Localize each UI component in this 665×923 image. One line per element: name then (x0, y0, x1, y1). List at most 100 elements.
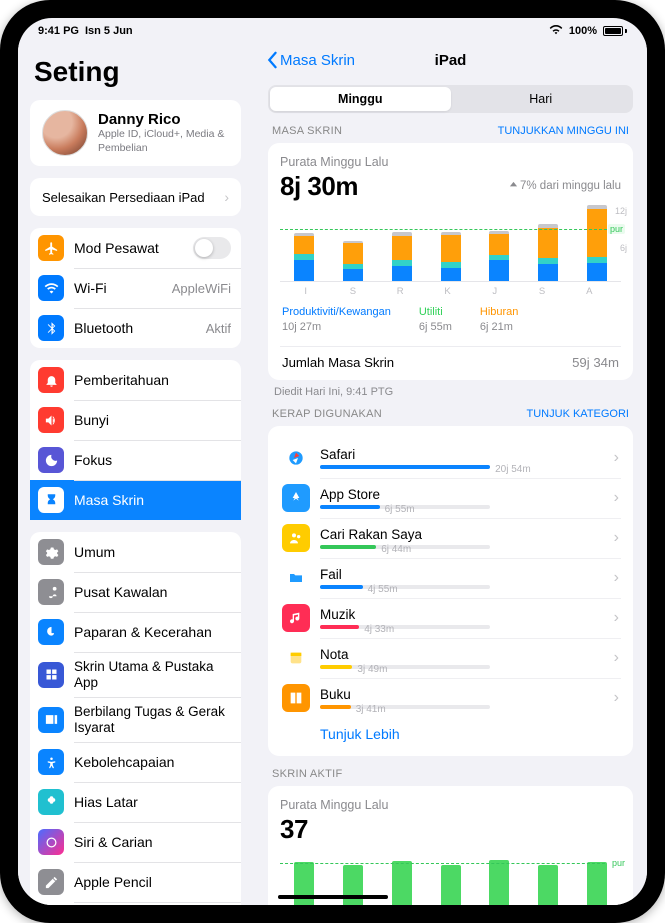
general-row[interactable]: Umum (30, 532, 241, 572)
app-name: Fail (320, 567, 604, 582)
gear-icon (38, 539, 64, 565)
legend-2-val: 6j 55m (419, 320, 452, 335)
back-button[interactable]: Masa Skrin (266, 51, 355, 69)
screentime-panel[interactable]: Purata Minggu Lalu 8j 30m 7% dari minggu… (268, 143, 633, 381)
switches-icon (38, 579, 64, 605)
general-group: Umum Pusat Kawalan Paparan & Kecerahan S… (30, 532, 241, 905)
app-row[interactable]: Muzik4j 33m› (280, 598, 621, 638)
bell-icon (38, 367, 64, 393)
touchid-row[interactable]: Touch ID & Kod Laluan (30, 902, 241, 905)
screentime-row[interactable]: Masa Skrin (30, 480, 241, 520)
chart-legend: Produktiviti/Kewangan10j 27m Utiliti6j 5… (280, 297, 621, 341)
multitask-icon (38, 707, 64, 733)
airplane-toggle[interactable] (193, 237, 231, 259)
app-name: Buku (320, 687, 604, 702)
flower-icon (38, 789, 64, 815)
app-row[interactable]: Safari20j 54m› (280, 438, 621, 478)
app-name: Cari Rakan Saya (320, 527, 604, 542)
bluetooth-row[interactable]: Bluetooth Aktif (30, 308, 241, 348)
app-icon (282, 684, 310, 712)
profile-name: Danny Rico (98, 111, 229, 128)
seg-week[interactable]: Minggu (270, 87, 451, 111)
notif-label: Pemberitahuan (74, 372, 231, 388)
total-label: Jumlah Masa Skrin (282, 355, 394, 370)
wifi-row[interactable]: Wi-Fi AppleWiFi (30, 268, 241, 308)
sound-row[interactable]: Bunyi (30, 400, 241, 440)
week-day-segment[interactable]: Minggu Hari (268, 85, 633, 113)
control-center-row[interactable]: Pusat Kawalan (30, 572, 241, 612)
app-name: Nota (320, 647, 604, 662)
app-row[interactable]: App Store 6j 55m › (280, 478, 621, 518)
status-date: Isn 5 Jun (85, 25, 133, 37)
seg-day[interactable]: Hari (451, 87, 632, 111)
chevron-icon: › (614, 489, 619, 507)
focus-row[interactable]: Fokus (30, 440, 241, 480)
app-name: App Store (320, 487, 604, 502)
grid-icon (38, 662, 64, 688)
home-label: Skrin Utama & Pustaka App (74, 659, 231, 690)
finish-setup-row[interactable]: Selesaikan Persediaan iPad › (30, 178, 241, 216)
legend-3-val: 6j 21m (480, 320, 519, 335)
apple-id-row[interactable]: Danny Rico Apple ID, iCloud+, Media & Pe… (30, 100, 241, 166)
homescreen-row[interactable]: Skrin Utama & Pustaka App (30, 652, 241, 697)
hourglass-icon (38, 487, 64, 513)
accessibility-row[interactable]: Kebolehcapaian (30, 742, 241, 782)
chevron-left-icon (266, 51, 278, 69)
notifications-row[interactable]: Pemberitahuan (30, 360, 241, 400)
legend-2-name: Utiliti (419, 305, 452, 320)
siri-icon (38, 829, 64, 855)
legend-1-name: Produktiviti/Kewangan (282, 305, 391, 320)
app-icon (282, 524, 310, 552)
pickups-panel[interactable]: Purata Minggu Lalu 37 (268, 786, 633, 905)
legend-1-val: 10j 27m (282, 320, 391, 335)
app-name: Muzik (320, 607, 604, 622)
app-row[interactable]: Nota3j 49m› (280, 638, 621, 678)
app-row[interactable]: Cari Rakan Saya6j 44m› (280, 518, 621, 558)
sidebar-title: Seting (30, 46, 241, 100)
app-icon (282, 444, 310, 472)
back-label: Masa Skrin (280, 52, 355, 69)
sound-label: Bunyi (74, 412, 231, 428)
connectivity-group: Mod Pesawat Wi-Fi AppleWiFi Bluetooth Ak… (30, 228, 241, 348)
show-more-link[interactable]: Tunjuk Lebih (280, 718, 621, 746)
avatar (42, 110, 88, 156)
siri-label: Siri & Carian (74, 834, 231, 850)
wifi-row-icon (38, 275, 64, 301)
show-categories-link[interactable]: TUNJUK KATEGORI (527, 408, 629, 420)
airplane-row[interactable]: Mod Pesawat (30, 228, 241, 268)
wifi-label: Wi-Fi (74, 280, 162, 296)
airplane-icon (38, 235, 64, 261)
battery-pct: 100% (569, 25, 597, 37)
accessibility-icon (38, 749, 64, 775)
app-time: 6j 55m (385, 504, 415, 515)
delta-label: 7% dari minggu lalu (509, 180, 621, 192)
screentime-label: Masa Skrin (74, 492, 231, 508)
app-time: 4j 33m (364, 624, 394, 635)
finish-setup-label: Selesaikan Persediaan iPad (42, 190, 205, 205)
home-indicator[interactable] (278, 895, 388, 899)
wallpaper-row[interactable]: Hias Latar (30, 782, 241, 822)
show-this-week-link[interactable]: TUNJUKKAN MINGGU INI (498, 125, 629, 137)
airplane-label: Mod Pesawat (74, 240, 183, 256)
notifications-group: Pemberitahuan Bunyi Fokus Masa Skrin (30, 360, 241, 520)
general-label: Umum (74, 544, 231, 560)
wifi-value: AppleWiFi (172, 281, 231, 296)
siri-row[interactable]: Siri & Carian (30, 822, 241, 862)
app-row[interactable]: Buku3j 41m› (280, 678, 621, 718)
wifi-icon (549, 25, 563, 38)
battery-icon (603, 26, 627, 36)
focus-label: Fokus (74, 452, 231, 468)
chevron-icon: › (224, 189, 229, 205)
legend-3-name: Hiburan (480, 305, 519, 320)
screen: 9:41 PG Isn 5 Jun 100% Seting Danny Rico… (18, 18, 647, 905)
app-row[interactable]: Fail4j 55m› (280, 558, 621, 598)
access-label: Kebolehcapaian (74, 754, 231, 770)
speaker-icon (38, 407, 64, 433)
multitask-row[interactable]: Berbilang Tugas & Gerak Isyarat (30, 697, 241, 742)
display-row[interactable]: Paparan & Kecerahan (30, 612, 241, 652)
app-time: 6j 44m (381, 544, 411, 555)
control-label: Pusat Kawalan (74, 584, 231, 600)
chevron-icon: › (614, 449, 619, 467)
pencil-row[interactable]: Apple Pencil (30, 862, 241, 902)
section-screentime-title: MASA SKRIN (272, 125, 342, 137)
